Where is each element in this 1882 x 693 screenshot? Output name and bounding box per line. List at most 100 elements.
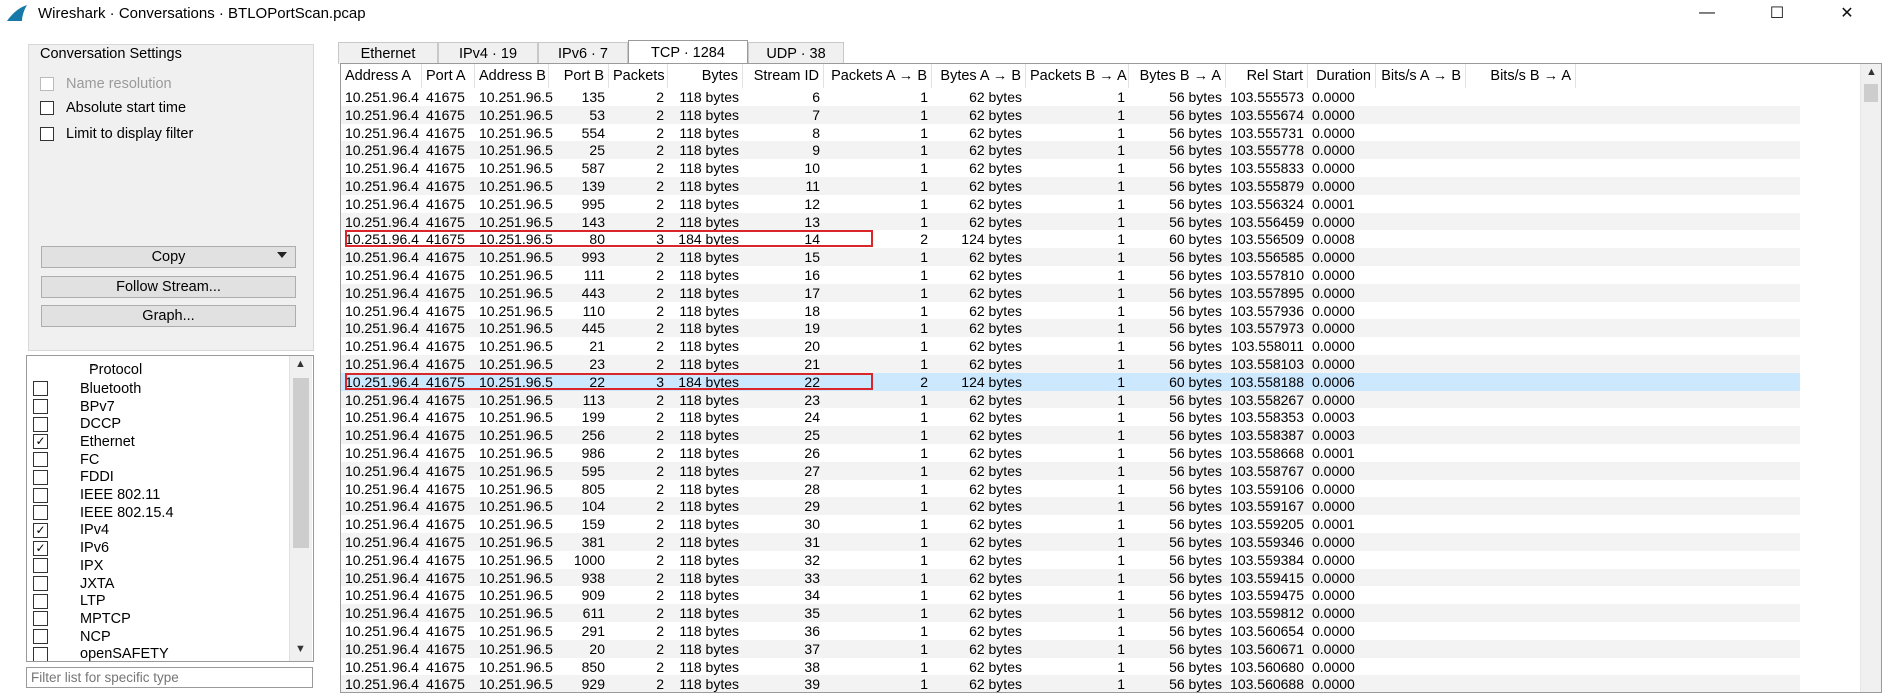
protocol-checkbox[interactable] (33, 505, 48, 521)
protocol-item[interactable]: BPv7 (27, 398, 115, 416)
protocol-item[interactable]: FDDI (27, 469, 114, 487)
table-row[interactable]: 10.251.96.4 41675 10.251.96.5 21 2 118 bytes 2… (341, 337, 1800, 355)
column-header-bits-b-a[interactable]: Bits/s B → A (1466, 64, 1576, 88)
table-row[interactable]: 10.251.96.4 41675 10.251.96.5 25 2 118 bytes 9… (341, 141, 1800, 160)
protocol-item[interactable]: LTP (27, 592, 106, 610)
protocol-checkbox[interactable] (33, 416, 48, 432)
protocol-item[interactable]: openSAFETY (27, 646, 169, 661)
table-row[interactable]: 10.251.96.4 41675 10.251.96.5 143 2 118 bytes… (341, 212, 1800, 231)
table-row[interactable]: 10.251.96.4 41675 10.251.96.5 291 2 118 bytes… (341, 622, 1800, 640)
protocol-item[interactable]: ✓ IPv4 (27, 522, 109, 540)
protocol-item[interactable]: Bluetooth (27, 380, 141, 398)
table-row[interactable]: 10.251.96.4 41675 10.251.96.5 111 2 118 bytes… (341, 266, 1800, 284)
table-row[interactable]: 10.251.96.4 41675 10.251.96.5 993 2 118 bytes… (341, 248, 1800, 266)
protocol-item[interactable]: FC (27, 451, 99, 469)
scrollbar-thumb[interactable] (293, 378, 309, 548)
protocol-list-scrollbar[interactable]: ▲ ▼ (289, 356, 312, 661)
table-row[interactable]: 10.251.96.4 41675 10.251.96.5 199 2 118 bytes… (341, 408, 1800, 426)
protocol-checkbox[interactable] (33, 576, 48, 592)
protocol-item[interactable]: ✓ Ethernet (27, 433, 135, 451)
table-row[interactable]: 10.251.96.4 41675 10.251.96.5 22 3 184 bytes 2… (341, 372, 1800, 391)
column-header-port-a[interactable]: Port A (422, 64, 475, 88)
protocol-checkbox[interactable] (33, 611, 48, 627)
protocol-item[interactable]: IEEE 802.11 (27, 486, 160, 504)
limit-to-display-filter-option[interactable]: Limit to display filter (40, 126, 193, 142)
copy-button[interactable]: Copy (41, 246, 296, 268)
table-row[interactable]: 10.251.96.4 41675 10.251.96.5 110 2 118 bytes… (341, 302, 1800, 320)
table-row[interactable]: 10.251.96.4 41675 10.251.96.5 611 2 118 bytes… (341, 604, 1800, 622)
tab-udp[interactable]: UDP · 38 (748, 42, 844, 64)
table-row[interactable]: 10.251.96.4 41675 10.251.96.5 986 2 118 bytes… (341, 444, 1800, 462)
protocol-item[interactable]: IPX (27, 557, 103, 575)
checked-checkbox[interactable]: ✓ (33, 522, 48, 538)
column-header-bits-a-b[interactable]: Bits/s A → B (1376, 64, 1466, 88)
maximize-button[interactable]: ☐ (1742, 0, 1812, 26)
column-header-duration[interactable]: Duration (1308, 64, 1376, 88)
protocol-item[interactable]: ✓ IPv6 (27, 539, 109, 557)
protocol-checkbox[interactable] (33, 629, 48, 645)
table-row[interactable]: 10.251.96.4 41675 10.251.96.5 113 2 118 bytes… (341, 390, 1800, 409)
follow-stream-button[interactable]: Follow Stream... (41, 276, 296, 298)
column-header-bytes-b-a[interactable]: Bytes B → A (1129, 64, 1226, 88)
column-header-packets[interactable]: Packets (609, 64, 668, 88)
close-button[interactable]: ✕ (1812, 0, 1882, 26)
protocol-checkbox[interactable] (33, 381, 48, 397)
checked-checkbox[interactable]: ✓ (33, 434, 48, 450)
table-row[interactable]: 10.251.96.4 41675 10.251.96.5 995 2 118 bytes… (341, 195, 1800, 213)
table-row[interactable]: 10.251.96.4 41675 10.251.96.5 850 2 118 bytes… (341, 658, 1800, 676)
scrollbar-thumb[interactable] (1864, 84, 1878, 102)
absolute-start-time-checkbox[interactable] (40, 101, 54, 115)
absolute-start-time-option[interactable]: Absolute start time (40, 100, 186, 116)
table-row[interactable]: 10.251.96.4 41675 10.251.96.5 929 2 118 bytes… (341, 675, 1800, 692)
minimize-button[interactable]: — (1672, 0, 1742, 26)
table-row[interactable]: 10.251.96.4 41675 10.251.96.5 139 2 118 bytes… (341, 177, 1800, 195)
protocol-checkbox[interactable] (33, 469, 48, 485)
conversations-table[interactable]: ⌃ Address A Port A Address B Port B Packets B… (340, 63, 1882, 693)
scroll-down-icon[interactable]: ▼ (295, 643, 306, 655)
column-header-bytes[interactable]: Bytes (668, 64, 743, 88)
checked-checkbox[interactable]: ✓ (33, 540, 48, 556)
protocol-checkbox[interactable] (33, 452, 48, 468)
table-row[interactable]: 10.251.96.4 41675 10.251.96.5 381 2 118 bytes… (341, 533, 1800, 551)
table-row[interactable]: 10.251.96.4 41675 10.251.96.5 80 3 184 bytes 1… (341, 230, 1800, 248)
protocol-list[interactable]: ⌃ Protocol Bluetooth BPv7 DCCP ✓ Ethernet FC F… (26, 355, 314, 662)
protocol-item[interactable]: DCCP (27, 415, 121, 433)
tab-ethernet[interactable]: Ethernet (338, 42, 438, 64)
table-row[interactable]: 10.251.96.4 41675 10.251.96.5 909 2 118 bytes… (341, 586, 1800, 604)
column-header-rel-start[interactable]: Rel Start (1226, 64, 1308, 88)
table-row[interactable]: 10.251.96.4 41675 10.251.96.5 135 2 118 bytes… (341, 88, 1800, 106)
limit-to-display-filter-checkbox[interactable] (40, 127, 54, 141)
protocol-checkbox[interactable] (33, 487, 48, 503)
table-row[interactable]: 10.251.96.4 41675 10.251.96.5 159 2 118 bytes… (341, 515, 1800, 533)
table-row[interactable]: 10.251.96.4 41675 10.251.96.5 554 2 118 bytes… (341, 124, 1800, 142)
protocol-item[interactable]: MPTCP (27, 610, 131, 628)
column-header-address-a[interactable]: Address A (341, 64, 422, 88)
column-header-packets-b-a[interactable]: Packets B → A (1026, 64, 1129, 88)
scroll-up-icon[interactable]: ▲ (1866, 66, 1877, 78)
table-scrollbar[interactable]: ▲ (1860, 64, 1881, 692)
column-header-stream-id[interactable]: Stream ID (743, 64, 824, 88)
table-row[interactable]: 10.251.96.4 41675 10.251.96.5 1000 2 118 byte… (341, 551, 1800, 569)
column-header-bytes-a-b[interactable]: Bytes A → B (932, 64, 1026, 88)
scroll-up-icon[interactable]: ▲ (295, 358, 306, 370)
table-row[interactable]: 10.251.96.4 41675 10.251.96.5 443 2 118 bytes… (341, 283, 1800, 302)
table-row[interactable]: 10.251.96.4 41675 10.251.96.5 805 2 118 bytes… (341, 480, 1800, 498)
table-row[interactable]: 10.251.96.4 41675 10.251.96.5 938 2 118 bytes… (341, 568, 1800, 587)
protocol-item[interactable]: IEEE 802.15.4 (27, 504, 174, 522)
column-header-address-b[interactable]: Address B (475, 64, 549, 88)
graph-button[interactable]: Graph... (41, 305, 296, 327)
table-row[interactable]: 10.251.96.4 41675 10.251.96.5 587 2 118 bytes… (341, 159, 1800, 177)
column-header-packets-a-b[interactable]: Packets A → B (824, 64, 932, 88)
protocol-item[interactable]: JXTA (27, 575, 114, 593)
table-row[interactable]: 10.251.96.4 41675 10.251.96.5 23 2 118 bytes 2… (341, 355, 1800, 373)
protocol-checkbox[interactable] (33, 558, 48, 574)
protocol-checkbox[interactable] (33, 646, 48, 661)
protocol-checkbox[interactable] (33, 593, 48, 609)
table-row[interactable]: 10.251.96.4 41675 10.251.96.5 445 2 118 bytes… (341, 319, 1800, 338)
tab-ipv6[interactable]: IPv6 · 7 (538, 42, 628, 64)
protocol-item[interactable]: NCP (27, 628, 111, 646)
table-row[interactable]: 10.251.96.4 41675 10.251.96.5 256 2 118 bytes… (341, 426, 1800, 444)
tab-ipv4[interactable]: IPv4 · 19 (438, 42, 538, 64)
protocol-checkbox[interactable] (33, 399, 48, 415)
protocol-filter-input[interactable] (26, 667, 313, 688)
